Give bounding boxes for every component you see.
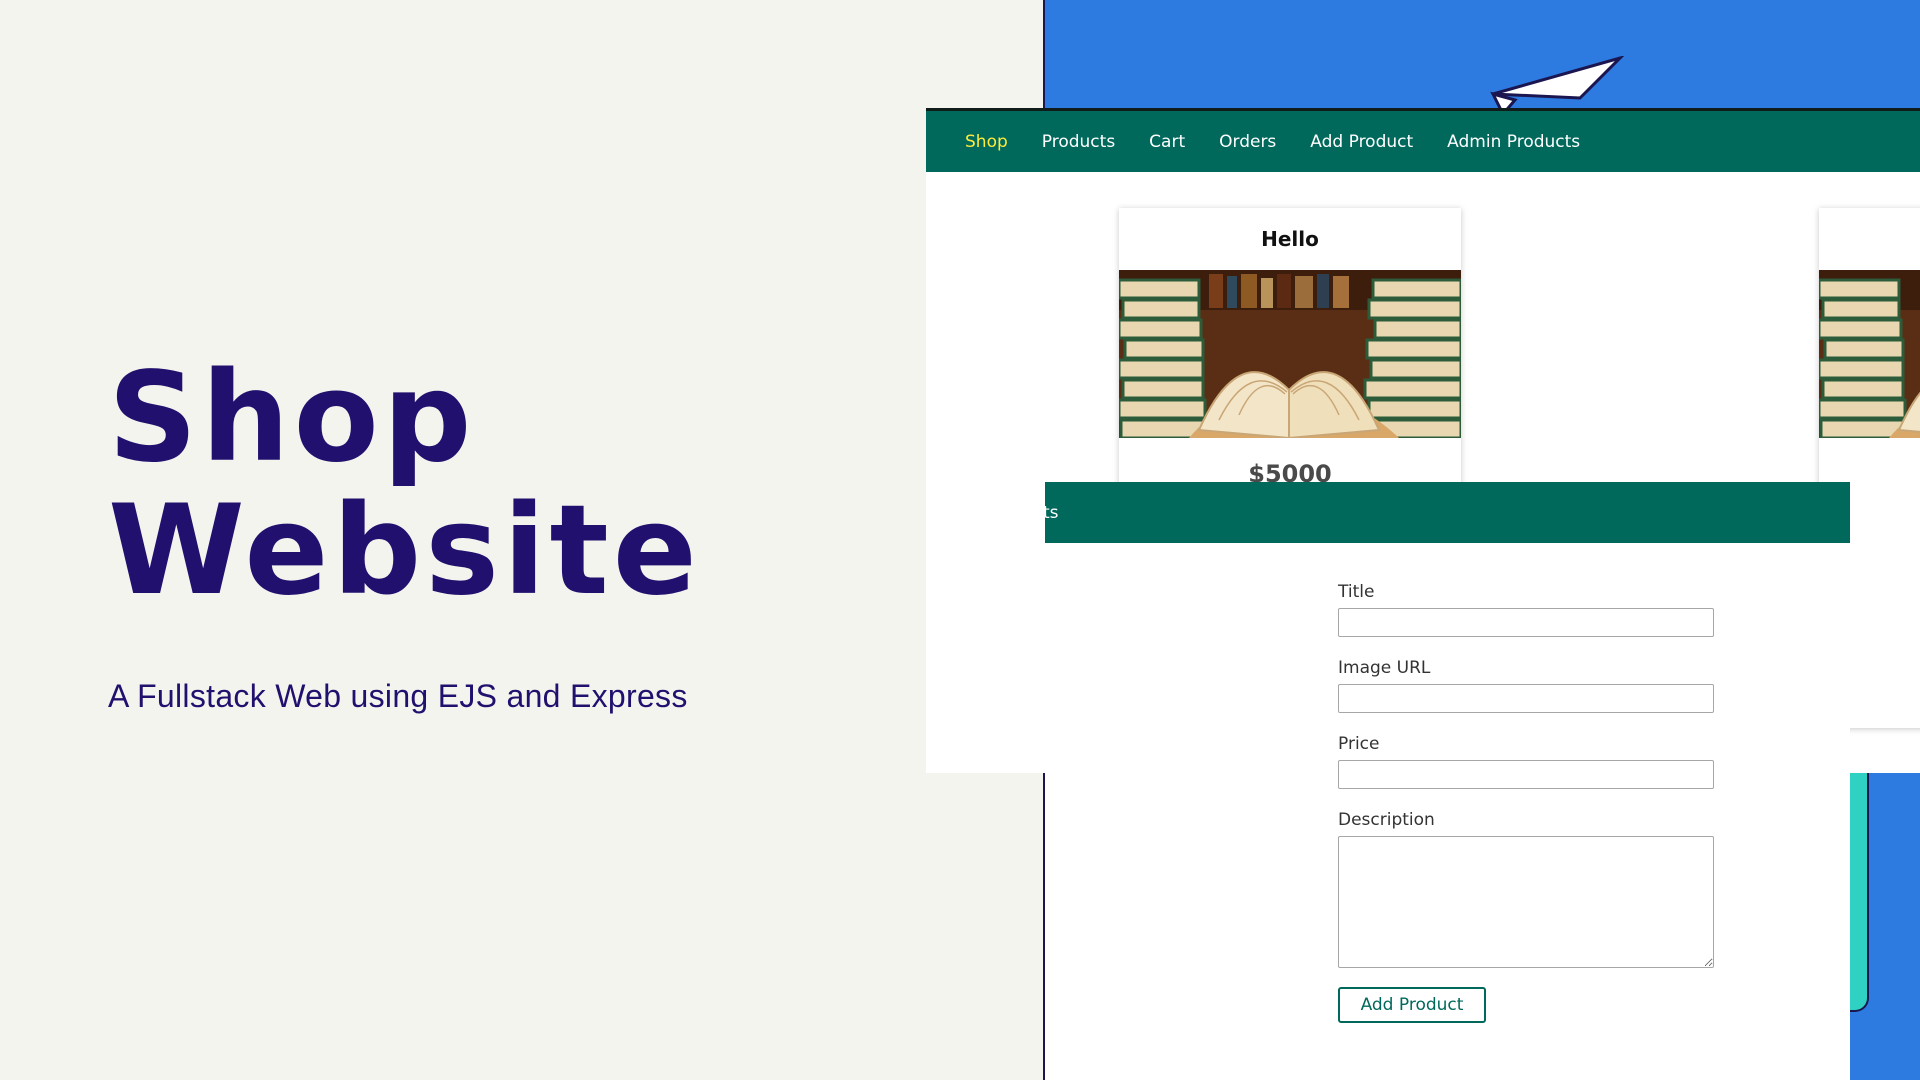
paper-plane-icon bbox=[1490, 56, 1625, 116]
description-textarea[interactable] bbox=[1338, 836, 1714, 968]
image-url-input[interactable] bbox=[1338, 684, 1714, 713]
hero-title-line-1: Shop bbox=[108, 346, 476, 490]
price-input[interactable] bbox=[1338, 760, 1714, 789]
nav-link-cart[interactable]: Cart bbox=[1149, 132, 1185, 152]
nav-link-orders[interactable]: Orders bbox=[1219, 132, 1276, 152]
nav-link-fragment[interactable]: ts bbox=[1045, 503, 1059, 523]
slide: Shop Website A Fullstack Web using EJS a… bbox=[0, 0, 1920, 1080]
hero-title: Shop Website bbox=[108, 352, 701, 618]
product-title: Hello bbox=[1261, 227, 1319, 251]
shop-navbar: Shop Products Cart Orders Add Product Ad… bbox=[926, 108, 1920, 172]
product-title bbox=[1819, 208, 1920, 270]
title-label: Title bbox=[1338, 582, 1375, 602]
add-product-screenshot: ts Title Image URL Price Description Add… bbox=[1045, 482, 1850, 1080]
description-label: Description bbox=[1338, 810, 1435, 830]
nav-link-products[interactable]: Products bbox=[1042, 132, 1115, 152]
form-navbar: ts bbox=[1045, 482, 1850, 543]
hero-subtitle: A Fullstack Web using EJS and Express bbox=[108, 678, 688, 714]
nav-link-admin-products[interactable]: Admin Products bbox=[1447, 132, 1580, 152]
product-price bbox=[1819, 438, 1920, 460]
image-url-label: Image URL bbox=[1338, 658, 1431, 678]
product-price: $5000 bbox=[1248, 460, 1332, 488]
title-input[interactable] bbox=[1338, 608, 1714, 637]
nav-link-shop[interactable]: Shop bbox=[965, 132, 1008, 152]
open-book-stack-image bbox=[1819, 270, 1920, 438]
price-label: Price bbox=[1338, 734, 1380, 754]
nav-link-add-product[interactable]: Add Product bbox=[1310, 132, 1413, 152]
open-book-stack-image bbox=[1119, 270, 1461, 438]
add-product-form: Title Image URL Price Description Add Pr… bbox=[1338, 582, 1716, 1023]
hero-title-line-2: Website bbox=[108, 479, 701, 623]
add-product-button[interactable]: Add Product bbox=[1338, 987, 1486, 1023]
